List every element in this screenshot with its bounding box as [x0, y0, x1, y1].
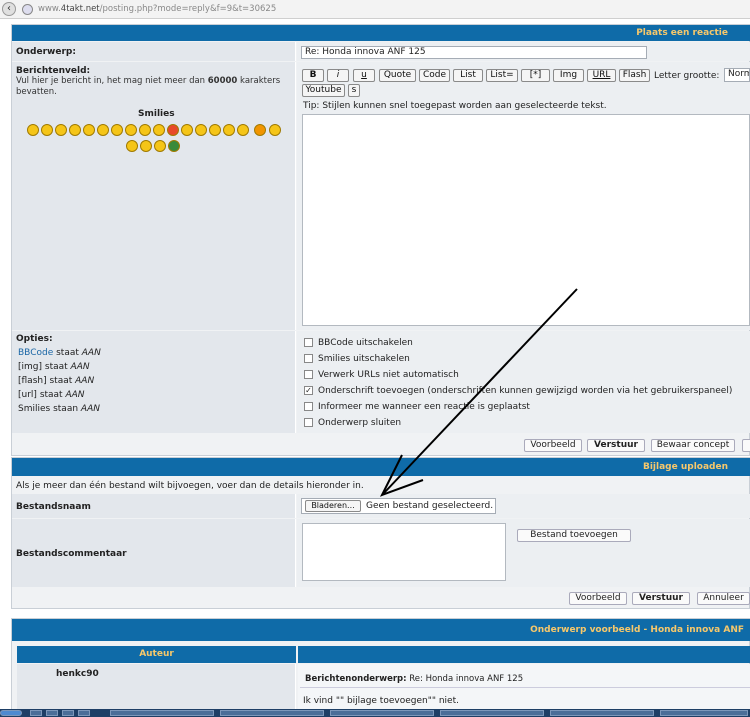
annotation-arrow	[379, 288, 578, 497]
taskbar-item[interactable]	[220, 710, 324, 716]
taskbar-item[interactable]	[78, 710, 90, 716]
taskbar-item[interactable]	[46, 710, 58, 716]
taskbar	[0, 709, 750, 717]
start-icon[interactable]	[0, 710, 22, 716]
taskbar-item[interactable]	[440, 710, 544, 716]
taskbar-item[interactable]	[110, 710, 214, 716]
taskbar-item[interactable]	[660, 710, 748, 716]
taskbar-item[interactable]	[330, 710, 434, 716]
taskbar-item[interactable]	[62, 710, 74, 716]
taskbar-item[interactable]	[550, 710, 654, 716]
taskbar-item[interactable]	[30, 710, 42, 716]
